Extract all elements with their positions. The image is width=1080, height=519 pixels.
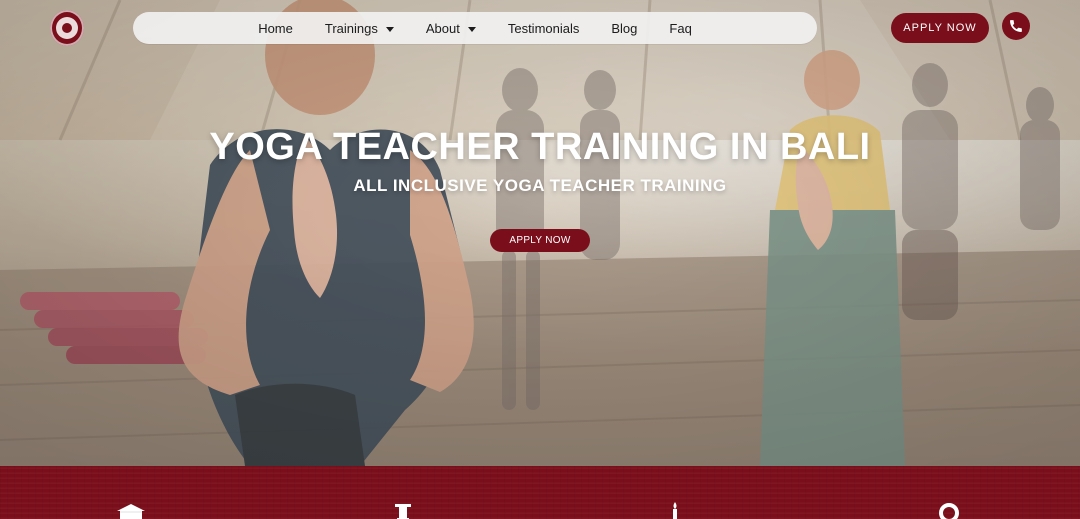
- nav-about[interactable]: About: [426, 21, 476, 36]
- ring-icon: [939, 503, 959, 519]
- nav-trainings-label: Trainings: [324, 20, 378, 36]
- nav-home-label: Home: [258, 20, 293, 36]
- nav-home[interactable]: Home: [258, 21, 293, 36]
- hero-apply-now-button[interactable]: APPLY NOW: [490, 229, 590, 252]
- chevron-down-icon: [385, 26, 394, 32]
- chevron-down-icon: [467, 26, 476, 32]
- candle-icon-wrap: [655, 501, 695, 519]
- column-icon: [395, 504, 411, 519]
- nav-blog-label: Blog: [611, 20, 638, 36]
- nav-faq[interactable]: Faq: [669, 21, 691, 36]
- bottom-band: [0, 466, 1080, 519]
- logo-mark: [56, 17, 78, 39]
- ring-icon-wrap: [929, 501, 969, 519]
- hero-title: YOGA TEACHER TRAINING IN BALI: [209, 126, 871, 168]
- nav-testimonials[interactable]: Testimonials: [508, 21, 580, 36]
- nav-blog[interactable]: Blog: [611, 21, 637, 36]
- candle-icon: [673, 502, 677, 519]
- building-icon: [117, 504, 145, 519]
- building-icon-wrap: [111, 501, 151, 519]
- nav-testimonials-label: Testimonials: [507, 20, 580, 36]
- logo[interactable]: [50, 10, 84, 46]
- page: Home Trainings About Testimonials Blog F…: [0, 0, 1080, 519]
- nav-about-label: About: [425, 20, 460, 36]
- hero-subtitle: ALL INCLUSIVE YOGA TEACHER TRAINING: [353, 176, 727, 195]
- phone-icon: [1010, 20, 1022, 32]
- nav-trainings[interactable]: Trainings: [325, 21, 394, 36]
- nav-faq-label: Faq: [669, 20, 692, 36]
- main-nav: Home Trainings About Testimonials Blog F…: [133, 12, 817, 44]
- column-icon-wrap: [383, 501, 423, 519]
- apply-now-button[interactable]: APPLY NOW: [891, 13, 989, 43]
- phone-button[interactable]: [1002, 12, 1030, 40]
